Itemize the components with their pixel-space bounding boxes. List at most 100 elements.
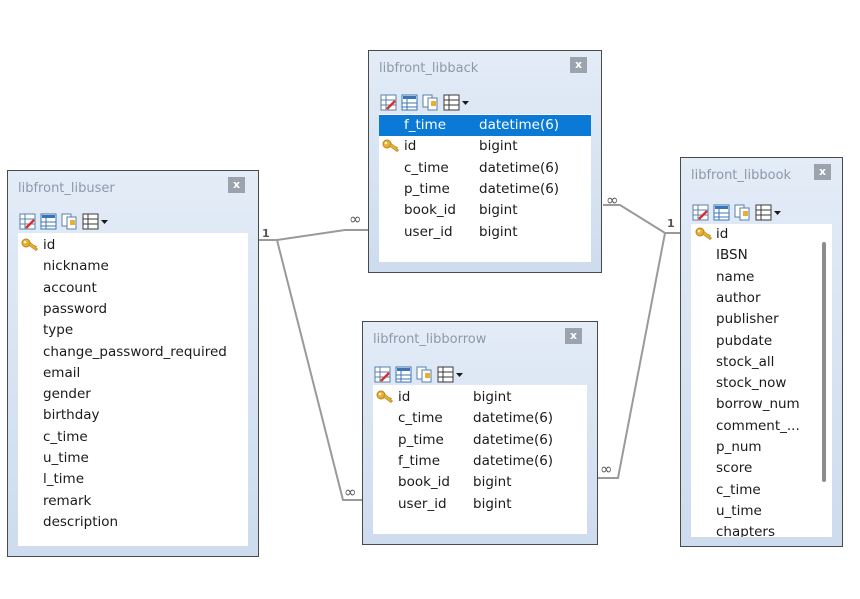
field-name: score: [716, 460, 753, 477]
field-row[interactable]: id: [18, 235, 248, 256]
table-grid-icon[interactable]: [755, 204, 783, 221]
close-icon[interactable]: x: [565, 328, 582, 344]
field-row[interactable]: pubdate: [691, 331, 832, 352]
field-row[interactable]: comment_...: [691, 416, 832, 437]
field-row[interactable]: account: [18, 278, 248, 299]
field-row[interactable]: stock_now: [691, 373, 832, 394]
field-row[interactable]: author: [691, 288, 832, 309]
field-row[interactable]: id bigint: [379, 136, 591, 157]
field-row[interactable]: stock_all: [691, 352, 832, 373]
field-type: datetime(6): [479, 117, 560, 133]
field-row[interactable]: f_time datetime(6): [373, 451, 587, 472]
field-row[interactable]: book_id bigint: [379, 200, 591, 221]
field-type: datetime(6): [479, 159, 560, 176]
field-row[interactable]: change_password_required: [18, 342, 248, 363]
copy-table-icon[interactable]: [61, 213, 78, 230]
field-name: account: [43, 279, 97, 296]
relation-book-back: [603, 204, 680, 234]
field-row[interactable]: user_id bigint: [373, 494, 587, 515]
close-icon[interactable]: x: [228, 177, 245, 193]
table-design-icon[interactable]: [401, 94, 418, 111]
field-name: user_id: [398, 495, 447, 512]
field-name: password: [43, 300, 108, 317]
table-edit-icon[interactable]: [19, 213, 36, 230]
field-name: borrow_num: [716, 396, 800, 413]
field-row[interactable]: id bigint: [373, 387, 587, 408]
field-row[interactable]: remark: [18, 491, 248, 512]
field-name: nickname: [43, 258, 109, 275]
table-title: libfront_libborrow: [373, 332, 487, 347]
field-name: chapters: [716, 524, 776, 537]
table-design-icon[interactable]: [40, 213, 57, 230]
field-name: book_id: [404, 202, 456, 219]
field-name: author: [716, 289, 761, 306]
field-name: user_id: [404, 223, 453, 240]
field-row[interactable]: id: [691, 224, 832, 245]
copy-table-icon[interactable]: [734, 204, 751, 221]
field-row[interactable]: publisher: [691, 309, 832, 330]
field-row[interactable]: c_time: [691, 480, 832, 501]
table-libborrow[interactable]: libfront_libborrow x id bigint c_time datet…: [362, 321, 598, 545]
field-list: id bigint c_time datetime(6) p_time datetime(…: [373, 385, 587, 534]
field-name: remark: [43, 492, 92, 509]
table-edit-icon[interactable]: [380, 94, 397, 111]
field-row[interactable]: p_time datetime(6): [373, 430, 587, 451]
table-libback[interactable]: libfront_libback x f_time datetime(6) id bi…: [368, 50, 602, 273]
field-row[interactable]: c_time datetime(6): [379, 158, 591, 179]
field-name: p_time: [398, 431, 444, 448]
field-row[interactable]: nickname: [18, 256, 248, 277]
table-toolbar: [692, 202, 783, 222]
field-row[interactable]: c_time: [18, 427, 248, 448]
close-icon[interactable]: x: [814, 164, 831, 180]
vertical-scrollbar[interactable]: [822, 242, 826, 482]
table-design-icon[interactable]: [395, 366, 412, 383]
table-edit-icon[interactable]: [374, 366, 391, 383]
table-toolbar: [380, 92, 471, 112]
field-type: bigint: [473, 389, 512, 405]
field-row[interactable]: c_time datetime(6): [373, 408, 587, 429]
field-name: description: [43, 513, 119, 530]
field-row[interactable]: password: [18, 299, 248, 320]
field-name: book_id: [398, 474, 450, 491]
field-row[interactable]: p_time datetime(6): [379, 179, 591, 200]
field-row[interactable]: u_time: [18, 448, 248, 469]
table-libuser[interactable]: libfront_libuser x id nickname account pass…: [7, 170, 259, 557]
copy-table-icon[interactable]: [416, 366, 433, 383]
field-name: comment_...: [716, 417, 800, 434]
field-row[interactable]: name: [691, 267, 832, 288]
cardinality-one-book: 1: [667, 217, 675, 230]
field-row[interactable]: p_num: [691, 437, 832, 458]
field-row[interactable]: description: [18, 512, 248, 533]
field-row[interactable]: borrow_num: [691, 394, 832, 415]
table-edit-icon[interactable]: [692, 204, 709, 221]
field-name: stock_now: [716, 375, 787, 392]
close-icon[interactable]: x: [570, 57, 587, 73]
field-name: change_password_required: [43, 343, 227, 360]
field-row[interactable]: book_id bigint: [373, 472, 587, 493]
table-grid-icon[interactable]: [443, 94, 471, 111]
field-row[interactable]: f_time datetime(6): [379, 115, 591, 136]
field-name: p_time: [404, 180, 450, 197]
field-row[interactable]: user_id bigint: [379, 222, 591, 243]
table-libbook[interactable]: libfront_libbook x id IBSN name author publi…: [680, 157, 843, 547]
field-row[interactable]: score: [691, 458, 832, 479]
field-row[interactable]: gender: [18, 384, 248, 405]
table-title: libfront_libback: [379, 61, 479, 76]
table-grid-icon[interactable]: [82, 213, 110, 230]
field-row[interactable]: l_time: [18, 469, 248, 490]
field-row[interactable]: u_time: [691, 501, 832, 522]
field-row[interactable]: IBSN: [691, 245, 832, 266]
field-row[interactable]: chapters: [691, 522, 832, 537]
cardinality-many-back-right: ∞: [606, 191, 619, 209]
field-row[interactable]: type: [18, 320, 248, 341]
field-row[interactable]: birthday: [18, 405, 248, 426]
table-grid-icon[interactable]: [437, 366, 465, 383]
field-name: id: [716, 226, 729, 242]
field-row[interactable]: email: [18, 363, 248, 384]
table-design-icon[interactable]: [713, 204, 730, 221]
copy-table-icon[interactable]: [422, 94, 439, 111]
field-type: datetime(6): [473, 452, 554, 469]
table-toolbar: [374, 364, 465, 384]
cardinality-many-borrow-left: ∞: [344, 483, 357, 501]
field-name: c_time: [43, 428, 88, 445]
